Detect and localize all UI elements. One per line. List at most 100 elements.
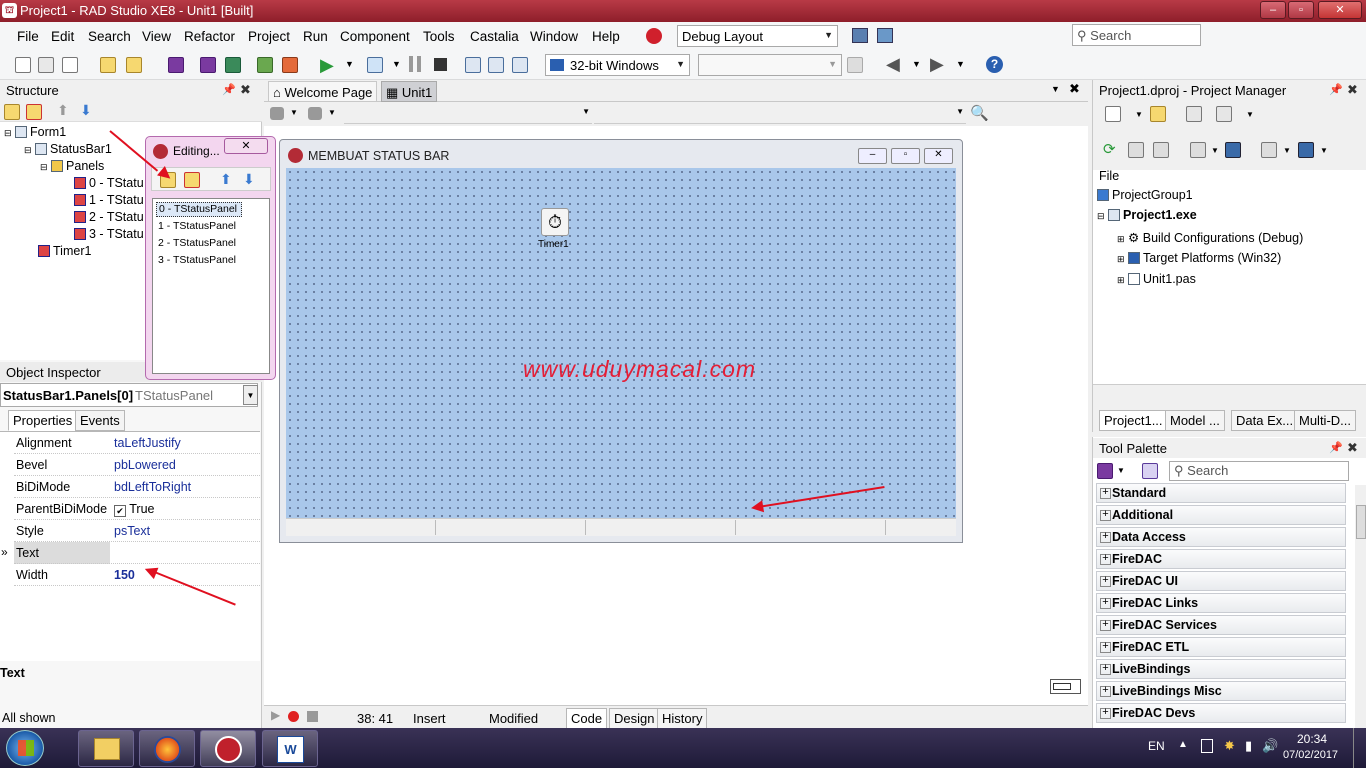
back-icon[interactable]: ◀: [886, 54, 900, 75]
list-item[interactable]: 2 - TStatusPanel: [158, 237, 236, 249]
tray-volume-icon[interactable]: 🔊: [1262, 738, 1278, 754]
delete-icon[interactable]: [184, 172, 200, 188]
tree-panel-2[interactable]: 2 - TStatu: [74, 210, 144, 224]
menu-edit[interactable]: Edit: [51, 29, 74, 44]
tree-project1-exe[interactable]: ⊟ Project1.exe: [1097, 208, 1197, 222]
stop-icon[interactable]: [307, 711, 318, 722]
tree-statusbar1[interactable]: ⊟ StatusBar1: [24, 142, 112, 156]
palette-category-firedac-etl[interactable]: FireDAC ETL: [1096, 637, 1346, 657]
close-button[interactable]: ✕: [1318, 1, 1362, 19]
tray-signal-icon[interactable]: ▮: [1245, 738, 1252, 754]
start-button[interactable]: [6, 730, 44, 766]
timer-icon[interactable]: ⏱: [541, 208, 569, 236]
tab-properties[interactable]: Properties: [8, 410, 78, 431]
class-combo[interactable]: ▼: [344, 104, 592, 124]
menu-tools[interactable]: Tools: [423, 29, 455, 44]
minimize-button[interactable]: –: [1260, 1, 1286, 19]
new-icon[interactable]: [15, 57, 31, 73]
tree-form1[interactable]: ⊟ Form1: [4, 125, 66, 139]
save-layout-icon[interactable]: [852, 28, 868, 43]
palette-category-additional[interactable]: Additional: [1096, 505, 1346, 525]
trace-into-icon[interactable]: [488, 57, 504, 73]
menu-view[interactable]: View: [142, 29, 171, 44]
tab-events[interactable]: Events: [75, 410, 125, 431]
dropdown-icon[interactable]: ▼: [1320, 146, 1328, 155]
menu-run[interactable]: Run: [303, 29, 328, 44]
refresh-icon[interactable]: [847, 57, 863, 73]
layout-combo[interactable]: Debug Layout ▼: [677, 25, 838, 47]
stop-icon[interactable]: [434, 58, 447, 71]
tray-network-icon[interactable]: ✸: [1224, 738, 1235, 754]
tab-multi-device[interactable]: Multi-D...: [1294, 410, 1356, 431]
tree-panel-0[interactable]: 0 - TStatu: [74, 176, 144, 190]
run-nodebug-dropdown-icon[interactable]: ▼: [392, 59, 401, 69]
delete-item-icon[interactable]: [26, 104, 42, 120]
pin-icon[interactable]: 📌: [222, 83, 236, 96]
palette-category-firedac-links[interactable]: FireDAC Links: [1096, 593, 1346, 613]
save-icon[interactable]: [168, 57, 184, 73]
tab-welcome-page[interactable]: ⌂ Welcome Page: [268, 81, 378, 102]
dropdown-icon[interactable]: ▼: [1283, 146, 1291, 155]
palette-category-data-access[interactable]: Data Access: [1096, 527, 1346, 547]
config-combo[interactable]: ▼: [698, 54, 842, 76]
dropdown-icon[interactable]: ▼: [1135, 110, 1143, 119]
tray-device-icon[interactable]: [1201, 739, 1213, 753]
add-file-icon[interactable]: [257, 57, 273, 73]
remove-icon[interactable]: [1186, 106, 1202, 122]
checkbox[interactable]: ✔: [114, 505, 126, 517]
taskbar-word[interactable]: W: [262, 730, 318, 767]
maximize-button[interactable]: ▫: [1288, 1, 1314, 19]
taskbar-explorer[interactable]: [78, 730, 134, 767]
add-icon[interactable]: [1150, 106, 1166, 122]
open-icon[interactable]: [62, 57, 78, 73]
tab-history[interactable]: History: [657, 708, 708, 729]
chevron-down-icon[interactable]: ▼: [243, 385, 258, 405]
menu-component[interactable]: Component: [340, 29, 410, 44]
sync-icon[interactable]: ⟳: [1103, 140, 1116, 158]
palette-search-input[interactable]: ⚲ Search: [1169, 461, 1349, 481]
palette-category-firedac-ui[interactable]: FireDAC UI: [1096, 571, 1346, 591]
list-item[interactable]: 3 - TStatusPanel: [158, 254, 236, 266]
taskbar-rad-studio[interactable]: [200, 730, 256, 767]
form-client-area[interactable]: ⏱ Timer1 www.uduymacal.com: [286, 168, 956, 518]
ide-search-input[interactable]: ⚲ Search: [1072, 24, 1201, 46]
search-icon[interactable]: 🔍: [970, 104, 989, 122]
forward-icon[interactable]: ▶: [930, 54, 944, 75]
back-dropdown-icon[interactable]: ▼: [912, 59, 921, 69]
tab-project[interactable]: Project1...: [1099, 410, 1168, 431]
list-item[interactable]: 0 - TStatusPanel: [156, 202, 242, 217]
remove-file-icon[interactable]: [282, 57, 298, 73]
move-up-icon[interactable]: ⬆: [220, 171, 232, 188]
prop-style[interactable]: Style psText: [14, 520, 260, 542]
menu-castalia[interactable]: Castalia: [470, 29, 519, 44]
dropdown-icon[interactable]: ▼: [1211, 146, 1219, 155]
platform-combo[interactable]: 32-bit Windows ▼: [545, 54, 690, 76]
tabs-dropdown-icon[interactable]: ▼: [1051, 84, 1060, 94]
palette-category-standard[interactable]: Standard: [1096, 483, 1346, 503]
menu-project[interactable]: Project: [248, 29, 290, 44]
project-scrollbar[interactable]: [1093, 384, 1366, 406]
prop-alignment[interactable]: Alignment taLeftJustify: [14, 432, 260, 454]
list-icon[interactable]: [1190, 142, 1206, 158]
view-icon[interactable]: [1216, 106, 1232, 122]
show-desktop-button[interactable]: [1353, 728, 1366, 768]
play-macro-icon[interactable]: ▶: [271, 708, 280, 722]
palette-scrollbar[interactable]: [1355, 485, 1366, 728]
close-tab-icon[interactable]: ✖: [1069, 81, 1080, 97]
tab-design[interactable]: Design: [609, 708, 660, 729]
palette-category-firedac-services[interactable]: FireDAC Services: [1096, 615, 1346, 635]
component-icon[interactable]: [270, 107, 284, 120]
palette-category-firedac[interactable]: FireDAC: [1096, 549, 1346, 569]
pin-icon[interactable]: 📌: [1329, 441, 1343, 454]
prop-bevel[interactable]: Bevel pbLowered: [14, 454, 260, 476]
deploy-icon[interactable]: [1225, 142, 1241, 158]
align-icon[interactable]: [308, 107, 322, 120]
forward-dropdown-icon[interactable]: ▼: [956, 59, 965, 69]
embarcadero-icon[interactable]: [646, 28, 662, 44]
pin-icon[interactable]: 📌: [1329, 83, 1343, 96]
form-minimize-button[interactable]: –: [858, 148, 887, 164]
designed-form[interactable]: MEMBUAT STATUS BAR – ▫ ✕ ⏱ Timer1 www.ud…: [279, 139, 963, 543]
tab-data-explorer[interactable]: Data Ex...: [1231, 410, 1299, 431]
pause-icon[interactable]: [409, 56, 421, 72]
form-maximize-button[interactable]: ▫: [891, 148, 920, 164]
